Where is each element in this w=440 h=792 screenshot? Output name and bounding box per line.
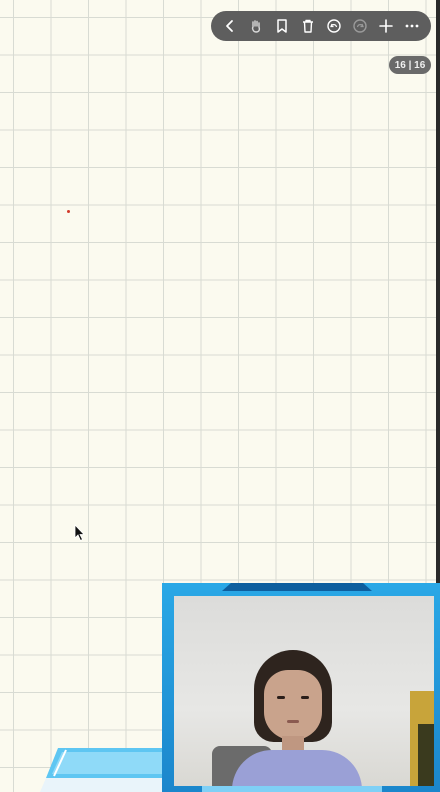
back-button[interactable] — [218, 14, 242, 38]
decorative-banner — [40, 748, 164, 792]
redo-icon — [353, 19, 367, 33]
add-page-button[interactable] — [374, 14, 398, 38]
hand-tool-button[interactable] — [244, 14, 268, 38]
trash-icon — [303, 19, 313, 33]
redo-button[interactable] — [348, 14, 372, 38]
bookmark-icon — [277, 19, 287, 33]
hand-tool-icon — [251, 20, 261, 33]
delete-button[interactable] — [296, 14, 320, 38]
add-icon — [379, 19, 393, 33]
mouse-cursor-icon — [74, 524, 85, 542]
back-chevron-icon — [226, 20, 233, 32]
webcam-video — [174, 596, 434, 786]
more-icon — [405, 24, 419, 28]
frame-bottom-accent — [202, 786, 382, 792]
undo-icon — [327, 19, 341, 33]
webcam-overlay[interactable] — [162, 583, 440, 792]
more-button[interactable] — [400, 14, 424, 38]
top-toolbar — [211, 11, 431, 41]
frame-top-accent — [222, 583, 372, 591]
page-counter[interactable]: 16 | 16 — [389, 56, 431, 74]
bookmark-button[interactable] — [270, 14, 294, 38]
undo-button[interactable] — [322, 14, 346, 38]
ink-dot — [67, 210, 70, 213]
